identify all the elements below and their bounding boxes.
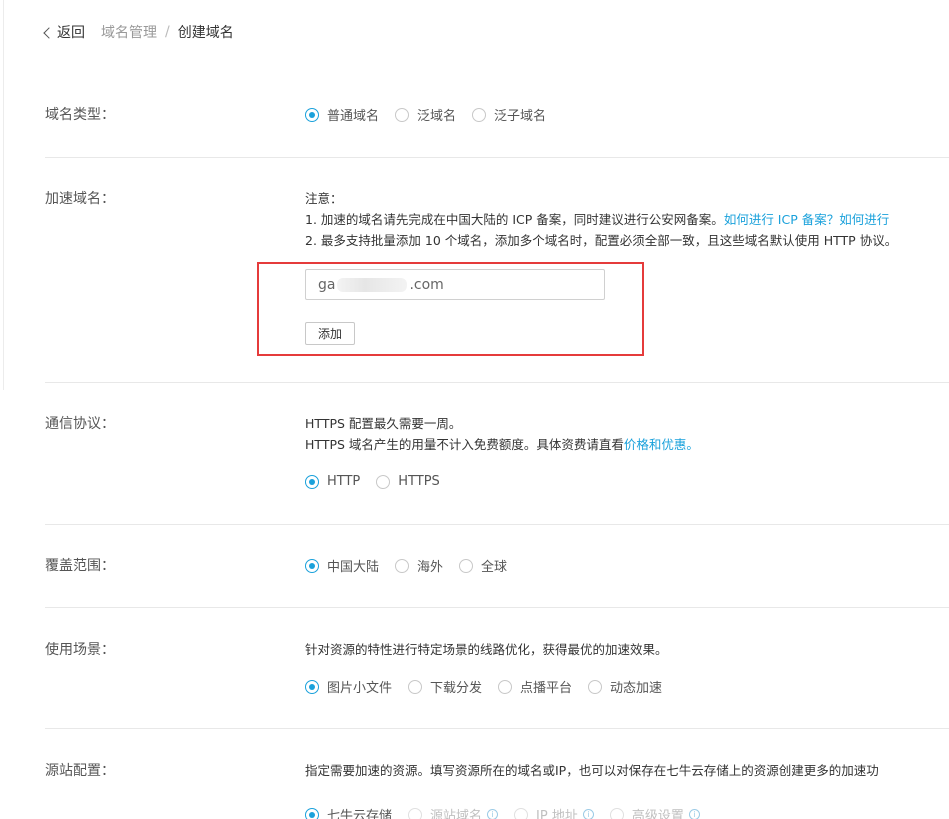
- radio-label: 点播平台: [520, 681, 573, 696]
- radio-mainland-china[interactable]: 中国大陆: [305, 556, 379, 575]
- radio-unchecked-icon: [514, 807, 529, 819]
- divider: [45, 382, 949, 383]
- domain-type-label: 域名类型：: [45, 107, 115, 123]
- divider: [45, 607, 949, 608]
- scenario-desc: 针对资源的特性进行特定场景的线路优化，获得最优的加速效果。: [305, 642, 668, 657]
- radio-unchecked-icon: [376, 474, 391, 489]
- radio-label: 动态加速: [610, 681, 663, 696]
- scenario-label: 使用场景：: [45, 642, 115, 658]
- radio-unchecked-icon: [472, 107, 487, 122]
- breadcrumb: 返回 域名管理 / 创建域名: [43, 22, 234, 42]
- breadcrumb-current: 创建域名: [177, 25, 234, 41]
- radio-qiniu-storage[interactable]: 七牛云存储: [305, 805, 392, 819]
- protocol-note-2: HTTPS 域名产生的用量不计入免费额度。具体资费请直看价格和优惠。: [305, 434, 699, 455]
- radio-unchecked-icon: [408, 807, 423, 819]
- left-border-line: [3, 0, 4, 390]
- radio-label: HTTPS: [398, 474, 440, 489]
- divider: [45, 157, 949, 158]
- chevron-left-icon: [43, 26, 55, 39]
- note-line-2: 2. 最多支持批量添加 10 个域名，添加多个域名时，配置必须全部一致，且这些域…: [305, 233, 898, 248]
- note-line-1: 1. 加速的域名请先完成在中国大陆的 ICP 备案，同时建议进行公安网备案。如何…: [305, 209, 897, 230]
- radio-unchecked-icon: [588, 679, 603, 694]
- radio-label: 全球: [481, 560, 508, 575]
- radio-label: HTTP: [327, 474, 361, 489]
- radio-unchecked-icon: [498, 679, 513, 694]
- back-label: 返回: [57, 25, 85, 41]
- origin-desc: 指定需要加速的资源。填写资源所在的域名或IP，也可以对保存在七牛云存储上的资源创…: [305, 763, 879, 778]
- radio-ip-address[interactable]: IP 地址 i: [514, 805, 594, 819]
- radio-wildcard-subdomain[interactable]: 泛子域名: [472, 105, 546, 124]
- origin-label: 源站配置：: [45, 763, 115, 779]
- radio-label: 中国大陆: [327, 560, 380, 575]
- icp-help-link[interactable]: 如何进行 ICP 备案？如何进行: [724, 212, 889, 227]
- breadcrumb-domain-management[interactable]: 域名管理: [101, 22, 157, 42]
- radio-checked-icon: [305, 807, 319, 819]
- radio-label: 高级设置: [631, 809, 684, 819]
- radio-overseas[interactable]: 海外: [395, 556, 443, 575]
- radio-label: 源站域名: [430, 809, 483, 819]
- radio-download[interactable]: 下载分发: [408, 677, 482, 696]
- origin-radios: 七牛云存储 源站域名 i IP 地址 i 高级设置 i: [305, 805, 716, 819]
- breadcrumb-separator: /: [165, 24, 170, 40]
- pricing-link[interactable]: 价格和优惠。: [624, 437, 699, 452]
- domain-type-radios: 普通域名 泛域名 泛子域名: [305, 105, 562, 124]
- accel-domain-label: 加速域名：: [45, 191, 115, 207]
- radio-checked-icon: [305, 474, 319, 489]
- radio-checked-icon: [305, 107, 319, 122]
- radio-label: 图片小文件: [327, 681, 393, 696]
- radio-unchecked-icon: [395, 107, 410, 122]
- protocol-radios: HTTP HTTPS: [305, 474, 456, 489]
- back-link[interactable]: 返回: [43, 22, 85, 42]
- info-icon[interactable]: i: [582, 809, 594, 819]
- radio-origin-domain[interactable]: 源站域名 i: [408, 805, 499, 819]
- radio-label: 普通域名: [327, 109, 380, 124]
- note-title: 注意：: [305, 191, 343, 206]
- radio-unchecked-icon: [459, 558, 474, 573]
- protocol-label: 通信协议：: [45, 416, 115, 432]
- red-highlight-box: [257, 262, 644, 356]
- radio-wildcard-domain[interactable]: 泛域名: [395, 105, 456, 124]
- radio-label: 泛子域名: [494, 109, 547, 124]
- info-icon[interactable]: i: [688, 809, 700, 819]
- accel-domain-notes: 注意： 1. 加速的域名请先完成在中国大陆的 ICP 备案，同时建议进行公安网备…: [305, 188, 897, 251]
- divider: [45, 728, 949, 729]
- coverage-label: 覆盖范围：: [45, 558, 115, 574]
- radio-normal-domain[interactable]: 普通域名: [305, 105, 379, 124]
- protocol-note-1: HTTPS 配置最久需要一周。: [305, 416, 462, 431]
- radio-checked-icon: [305, 679, 319, 694]
- radio-global[interactable]: 全球: [459, 556, 507, 575]
- radio-unchecked-icon: [609, 807, 624, 819]
- radio-label: 七牛云存储: [327, 809, 393, 819]
- protocol-notes: HTTPS 配置最久需要一周。 HTTPS 域名产生的用量不计入免费额度。具体资…: [305, 413, 699, 455]
- note-text: 1. 加速的域名请先完成在中国大陆的 ICP 备案，同时建议进行公安网备案。: [305, 212, 724, 227]
- scenario-radios: 图片小文件 下载分发 点播平台 动态加速: [305, 677, 678, 696]
- radio-dynamic[interactable]: 动态加速: [588, 677, 662, 696]
- radio-label: 下载分发: [430, 681, 483, 696]
- radio-https[interactable]: HTTPS: [376, 474, 440, 489]
- radio-unchecked-icon: [395, 558, 410, 573]
- radio-checked-icon: [305, 558, 319, 573]
- radio-advanced[interactable]: 高级设置 i: [609, 805, 700, 819]
- radio-vod[interactable]: 点播平台: [498, 677, 572, 696]
- divider: [45, 524, 949, 525]
- radio-http[interactable]: HTTP: [305, 474, 360, 489]
- radio-unchecked-icon: [408, 679, 423, 694]
- info-icon[interactable]: i: [487, 809, 499, 819]
- radio-label: IP 地址: [536, 809, 578, 819]
- coverage-radios: 中国大陆 海外 全球: [305, 556, 523, 575]
- radio-label: 海外: [417, 560, 444, 575]
- radio-label: 泛域名: [417, 109, 457, 124]
- radio-small-images[interactable]: 图片小文件: [305, 677, 392, 696]
- protocol-note-text: HTTPS 域名产生的用量不计入免费额度。具体资费请直看: [305, 437, 624, 452]
